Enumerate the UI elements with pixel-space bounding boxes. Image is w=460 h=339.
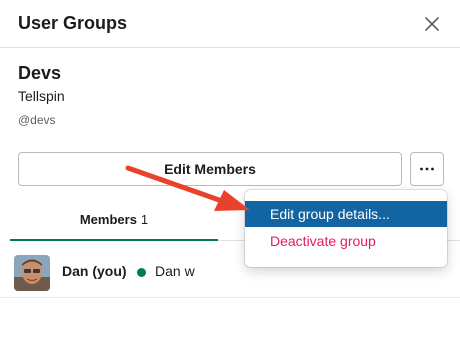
edit-members-button[interactable]: Edit Members xyxy=(18,152,402,186)
member-name: Dan (you) xyxy=(62,263,127,279)
group-name: Devs xyxy=(18,63,62,83)
presence-active-icon xyxy=(137,268,146,277)
panel-header: User Groups xyxy=(0,0,460,48)
more-actions-button[interactable] xyxy=(410,152,444,186)
tab-members-count: 1 xyxy=(140,212,149,227)
menu-item-edit-group-details[interactable]: Edit group details... xyxy=(245,201,447,227)
avatar xyxy=(14,255,50,291)
tab-members-label: Members xyxy=(79,212,137,227)
group-team: Tellspin xyxy=(18,88,65,104)
close-icon xyxy=(425,17,439,31)
more-horizontal-icon xyxy=(420,167,434,171)
member-display-name: Dan w xyxy=(155,263,195,279)
panel-title: User Groups xyxy=(18,13,128,33)
user-groups-panel: User Groups Devs Tellspin @devs Edit Mem… xyxy=(0,0,460,339)
group-actions-menu: Edit group details... Deactivate group xyxy=(245,190,447,267)
group-handle: @devs xyxy=(18,113,56,127)
close-button[interactable] xyxy=(420,12,444,36)
menu-item-deactivate-group[interactable]: Deactivate group xyxy=(245,228,447,254)
tab-members[interactable]: Members 1 xyxy=(10,200,218,241)
edit-members-label: Edit Members xyxy=(164,161,256,177)
